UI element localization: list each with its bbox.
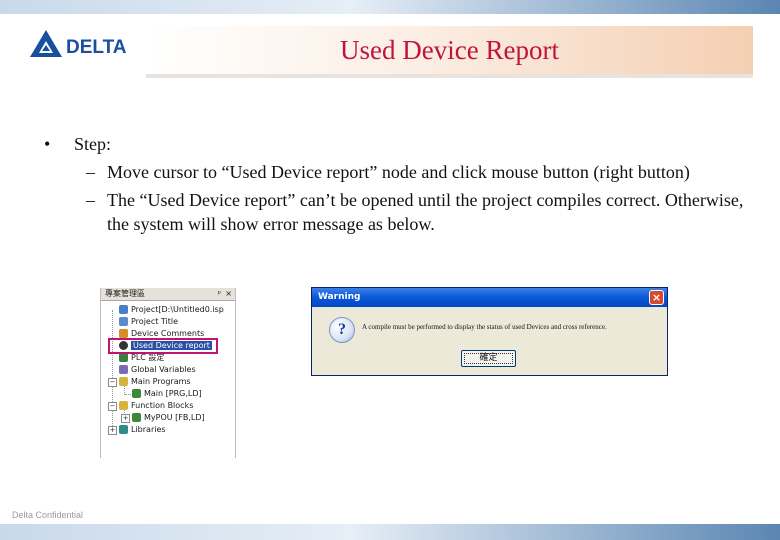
dialog-message: A compile must be performed to display t… xyxy=(362,323,607,331)
slide-content: • Step: – Move cursor to “Used Device re… xyxy=(44,132,744,236)
page-title: Used Device Report xyxy=(340,35,559,65)
tree-node-label: Project Title xyxy=(131,317,179,326)
plc-icon xyxy=(119,353,128,362)
program-icon xyxy=(132,389,141,398)
close-button[interactable]: × xyxy=(649,290,664,305)
sub-item-text: Move cursor to “Used Device report” node… xyxy=(107,162,690,182)
dialog-titlebar: Warning × xyxy=(312,288,667,307)
step-label: Step: xyxy=(74,134,112,154)
tree-node-function-blocks[interactable]: Function Blocks xyxy=(119,400,193,412)
ok-button[interactable]: 確定 xyxy=(461,350,516,367)
tree-node-label: MyPOU [FB,LD] xyxy=(144,413,205,422)
tree-node-label: Libraries xyxy=(131,425,166,434)
step-bullet: • Step: xyxy=(44,132,744,156)
sub-item-1: – Move cursor to “Used Device report” no… xyxy=(44,160,744,184)
folder-icon xyxy=(119,401,128,410)
variables-icon xyxy=(119,365,128,374)
library-icon xyxy=(119,425,128,434)
close-icon[interactable]: × xyxy=(225,288,232,300)
tree-node-libraries[interactable]: Libraries xyxy=(119,424,166,436)
highlight-box xyxy=(108,338,218,354)
pin-icon[interactable]: ᵖ xyxy=(218,288,221,300)
tree-connector xyxy=(112,310,113,432)
bullet-dot: • xyxy=(44,134,51,154)
tree-panel-header: 專案管理區 ᵖ × xyxy=(101,288,235,301)
collapse-toggle[interactable]: − xyxy=(108,402,117,411)
project-tree-panel: 專案管理區 ᵖ × Project[D:\Untitled0.isp Proje… xyxy=(100,288,236,458)
tree-node-main-programs[interactable]: Main Programs xyxy=(119,376,191,388)
sub-item-text: The “Used Device report” can’t be opened… xyxy=(107,190,744,234)
folder-icon xyxy=(119,377,128,386)
footer-confidential: Delta Confidential xyxy=(12,510,84,520)
question-icon: ? xyxy=(329,317,355,343)
expand-toggle[interactable]: + xyxy=(108,426,117,435)
project-icon xyxy=(119,305,128,314)
tree-node-label: Global Variables xyxy=(131,365,196,374)
tree-node-project[interactable]: Project[D:\Untitled0.isp xyxy=(119,304,224,316)
tree-node-project-title[interactable]: Project Title xyxy=(119,316,178,328)
tree-node-mypou[interactable]: MyPOU [FB,LD] xyxy=(132,412,205,424)
tree-node-label: Main Programs xyxy=(131,377,191,386)
comments-icon xyxy=(119,329,128,338)
document-icon xyxy=(119,317,128,326)
tree-panel-title: 專案管理區 xyxy=(105,289,145,298)
tree-node-main-prg[interactable]: Main [PRG,LD] xyxy=(132,388,202,400)
expand-toggle[interactable]: + xyxy=(121,414,130,423)
tree-node-global-variables[interactable]: Global Variables xyxy=(119,364,196,376)
dash-marker: – xyxy=(86,190,95,210)
tree-node-label: Main [PRG,LD] xyxy=(144,389,202,398)
delta-logo: DELTA xyxy=(28,27,140,61)
sub-item-2: – The “Used Device report” can’t be open… xyxy=(44,188,744,236)
dialog-title: Warning xyxy=(318,292,361,302)
collapse-toggle[interactable]: − xyxy=(108,378,117,387)
warning-dialog: Warning × ? A compile must be performed … xyxy=(311,287,668,376)
tree-node-label: Project[D:\Untitled0.isp xyxy=(131,305,224,314)
tree-node-label: Device Comments xyxy=(131,329,205,338)
dash-marker: – xyxy=(86,162,95,182)
logo-wordmark: DELTA xyxy=(66,37,127,58)
top-decorative-band xyxy=(0,0,780,14)
tree-node-label: Function Blocks xyxy=(131,401,194,410)
delta-logo-mark: DELTA xyxy=(30,30,127,58)
ok-button-label: 確定 xyxy=(464,353,513,364)
bottom-decorative-band xyxy=(0,524,780,540)
function-block-icon xyxy=(132,413,141,422)
tree-node-label: PLC 設定 xyxy=(131,353,165,362)
tree-connector xyxy=(125,394,131,395)
title-bar: Used Device Report xyxy=(146,26,753,74)
